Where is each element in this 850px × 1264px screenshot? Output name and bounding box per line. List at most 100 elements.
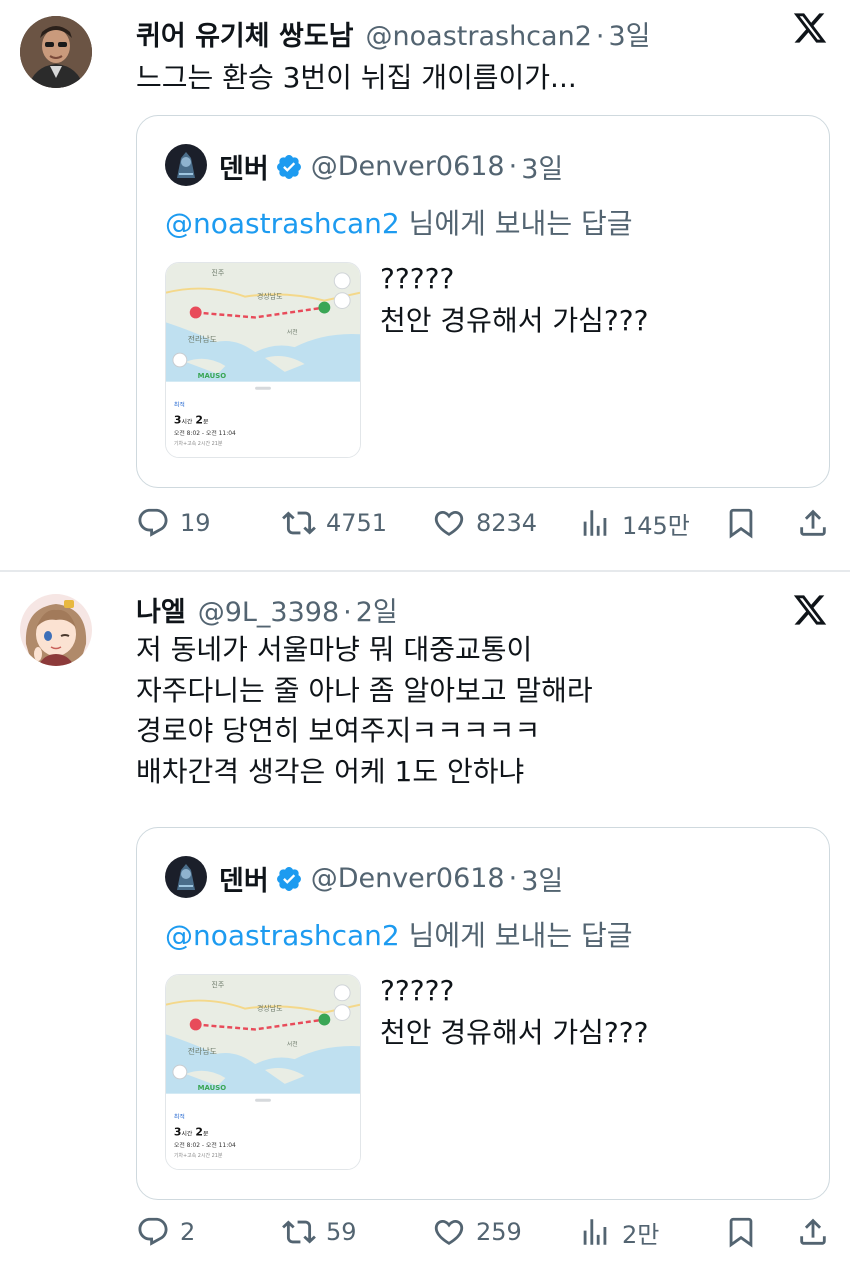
reply-button[interactable]: 19 (136, 503, 211, 543)
reply-to-suffix: 님에게 보내는 답글 (399, 919, 633, 952)
quote-timestamp[interactable]: 3일 (521, 859, 563, 898)
views-icon (583, 510, 607, 536)
duration-hours-unit: 시간 (181, 1129, 192, 1137)
separator-dot: · (508, 863, 518, 894)
quote-header: 덴버 @Denver0618 · 3일 (219, 147, 563, 186)
views-button[interactable]: 2만 (578, 1212, 659, 1252)
share-icon (800, 1218, 826, 1245)
reply-count: 2 (180, 1218, 196, 1246)
tweet-header: 퀴어 유기체 쌍도남 @noastrashcan2 · 3일 (136, 14, 651, 53)
quoted-tweet[interactable]: 덴버 @Denver0618 · 3일 @noastrashcan2 님에게 보… (136, 115, 830, 488)
separator-dot: · (595, 21, 605, 52)
quote-text: ????? 천안 경유해서 가심??? (380, 974, 649, 1049)
tweet-header: 나엘 @9L_3398 · 2일 (136, 590, 398, 629)
share-button[interactable] (796, 503, 830, 543)
duration-hours: 3 (174, 1125, 182, 1138)
duration-minutes-unit: 분 (203, 1130, 209, 1137)
like-count: 259 (476, 1218, 522, 1246)
x-logo-icon (793, 13, 827, 43)
map-schedule: 오전 8:02 - 오전 11:04 (174, 429, 236, 437)
user-handle[interactable]: @9L_3398 (198, 597, 339, 628)
views-button[interactable]: 145만 (578, 503, 690, 543)
x-logo-icon (793, 595, 827, 625)
action-bar: 2 59 259 2만 (0, 1212, 850, 1252)
tweet-text: 느그는 환승 3번이 뉘집 개이름이가... (136, 61, 577, 94)
duration-minutes: 2 (195, 1125, 203, 1138)
duration-minutes: 2 (195, 413, 203, 426)
retweet-button[interactable]: 59 (282, 1212, 357, 1252)
map-brand: MAUSO (198, 1084, 227, 1092)
reply-icon (138, 1217, 168, 1246)
quote-header: 덴버 @Denver0618 · 3일 (219, 859, 563, 898)
bookmark-icon (729, 508, 753, 539)
reply-icon (138, 508, 168, 537)
like-count: 8234 (476, 509, 538, 537)
map-region-label: 경상남도 (257, 292, 282, 301)
retweet-count: 4751 (326, 509, 388, 537)
reply-button[interactable]: 2 (136, 1212, 195, 1252)
map-schedule: 오전 8:02 - 오전 11:04 (174, 1141, 236, 1149)
duration-hours-unit: 시간 (181, 417, 192, 425)
bookmark-button[interactable] (724, 1212, 758, 1252)
quote-display-name[interactable]: 덴버 (219, 147, 269, 186)
share-icon (800, 509, 826, 536)
retweet-button[interactable]: 4751 (282, 503, 387, 543)
bookmark-button[interactable] (724, 503, 758, 543)
quote-text: ????? 천안 경유해서 가심??? (380, 262, 649, 337)
view-count: 2만 (622, 1220, 660, 1249)
views-icon (583, 1219, 607, 1245)
reply-to-label: @noastrashcan2 님에게 보내는 답글 (165, 202, 633, 242)
map-region-label: 진주 (212, 268, 225, 277)
quote-timestamp[interactable]: 3일 (521, 147, 563, 186)
map-region-label: 서천 (287, 328, 298, 336)
display-name[interactable]: 퀴어 유기체 쌍도남 (136, 14, 354, 53)
map-region-label: 전라남도 (188, 1046, 217, 1056)
like-icon (434, 510, 464, 536)
map-thumbnail[interactable]: 진주 경상남도 서천 전라남도 MAUSO 최적 3시간 2분 오전 8:02 -… (165, 974, 361, 1170)
reply-count: 19 (180, 509, 211, 537)
separator-dot: · (343, 597, 352, 628)
avatar[interactable] (20, 16, 92, 88)
user-handle[interactable]: @noastrashcan2 (366, 21, 592, 52)
map-region-label: 진주 (212, 980, 225, 989)
action-bar: 19 4751 8234 145만 (0, 503, 850, 543)
duration-hours: 3 (174, 413, 182, 426)
map-detail: 기차+고속 2시간 21분 (174, 1152, 223, 1159)
map-route-badge: 최적 (174, 401, 185, 409)
quote-avatar[interactable] (165, 856, 207, 898)
reply-to-label: @noastrashcan2 님에게 보내는 답글 (165, 914, 633, 954)
retweet-count: 59 (326, 1218, 357, 1246)
quote-avatar[interactable] (165, 144, 207, 186)
duration-minutes-unit: 분 (203, 418, 209, 425)
tweet[interactable]: 퀴어 유기체 쌍도남 @noastrashcan2 · 3일 느그는 환승 3번… (0, 0, 850, 570)
retweet-icon (282, 1220, 316, 1244)
bookmark-icon (729, 1217, 753, 1248)
map-route-badge: 최적 (174, 1113, 185, 1121)
avatar[interactable] (20, 594, 92, 666)
verified-badge-icon (276, 866, 301, 891)
map-brand: MAUSO (198, 372, 227, 380)
view-count: 145만 (622, 511, 690, 540)
mention-link[interactable]: @noastrashcan2 (165, 919, 400, 952)
reply-to-suffix: 님에게 보내는 답글 (399, 207, 633, 240)
quoted-tweet[interactable]: 덴버 @Denver0618 · 3일 @noastrashcan2 님에게 보… (136, 827, 830, 1200)
map-region-label: 경상남도 (257, 1004, 282, 1013)
quote-user-handle[interactable]: @Denver0618 (311, 863, 505, 894)
like-button[interactable]: 8234 (432, 503, 537, 543)
retweet-icon (282, 511, 316, 535)
map-region-label: 전라남도 (188, 334, 217, 344)
tweet[interactable]: 나엘 @9L_3398 · 2일 저 동네가 서울마냥 뭐 대중교통이 자주다니… (0, 572, 850, 1264)
separator-dot: · (508, 151, 518, 182)
map-region-label: 서천 (287, 1040, 298, 1048)
tweet-text: 저 동네가 서울마냥 뭐 대중교통이 자주다니는 줄 아나 좀 알아보고 말해라… (136, 633, 593, 788)
quote-display-name[interactable]: 덴버 (219, 859, 269, 898)
timestamp[interactable]: 3일 (608, 14, 650, 53)
share-button[interactable] (796, 1212, 830, 1252)
timestamp[interactable]: 2일 (356, 590, 398, 629)
display-name[interactable]: 나엘 (136, 590, 186, 629)
map-thumbnail[interactable]: 진주 경상남도 서천 전라남도 MAUSO 최적 3시간 2분 오전 8:02 -… (165, 262, 361, 458)
verified-badge-icon (276, 154, 301, 179)
mention-link[interactable]: @noastrashcan2 (165, 207, 400, 240)
quote-user-handle[interactable]: @Denver0618 (311, 151, 505, 182)
like-button[interactable]: 259 (432, 1212, 522, 1252)
